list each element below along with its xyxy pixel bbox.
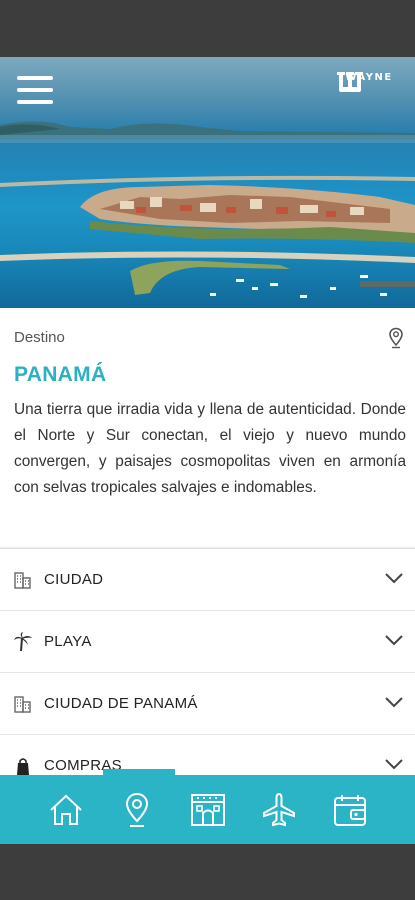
wayne-logo: WAYNE [335, 71, 403, 111]
buildings-icon [14, 572, 31, 589]
destination-title: PANAMÁ [14, 363, 107, 386]
airplane-icon [262, 792, 295, 826]
hamburger-menu-icon[interactable] [17, 76, 53, 104]
system-navigation-bar [0, 844, 415, 900]
shopping-bag-icon [17, 758, 29, 775]
accordion-label: CIUDAD DE PANAMÁ [44, 695, 198, 712]
buildings-icon [14, 696, 31, 713]
chevron-down-icon [385, 759, 403, 770]
calendar-wallet-icon [333, 794, 366, 826]
accordion-item-playa[interactable]: PLAYA [0, 610, 415, 672]
location-pin-icon [125, 792, 148, 827]
chevron-down-icon [385, 573, 403, 584]
hotel-icon [190, 793, 225, 826]
destination-description: Una tierra que irradia vida y llena de a… [14, 401, 406, 496]
tab-location[interactable] [117, 790, 157, 830]
palm-tree-icon [14, 632, 32, 652]
home-icon [49, 794, 82, 825]
tab-hotel[interactable] [188, 790, 228, 830]
bottom-tab-bar [0, 775, 415, 844]
destination-header: Destino [14, 327, 404, 349]
chevron-down-icon [385, 697, 403, 708]
accordion-label: PLAYA [44, 633, 92, 650]
accordion-item-ciudad[interactable]: CIUDAD [0, 548, 415, 610]
tab-bookings[interactable] [330, 790, 370, 830]
status-bar [0, 0, 415, 57]
section-label: Destino [14, 329, 65, 346]
tab-home[interactable] [46, 790, 86, 830]
category-accordion: CIUDAD PLAYA CIUDAD DE PANAMÁ COMPRAS [0, 548, 415, 796]
hero-image: WAYNE [0, 57, 415, 308]
chevron-down-icon [385, 635, 403, 646]
accordion-label: CIUDAD [44, 571, 104, 588]
accordion-item-ciudad-de-panama[interactable]: CIUDAD DE PANAMÁ [0, 672, 415, 734]
map-pin-icon[interactable] [388, 327, 404, 349]
app-screen: WAYNE Destino PANAMÁ Una tierra que irra… [0, 57, 415, 844]
tab-flights[interactable] [259, 790, 299, 830]
wayne-logo-icon [337, 72, 363, 92]
